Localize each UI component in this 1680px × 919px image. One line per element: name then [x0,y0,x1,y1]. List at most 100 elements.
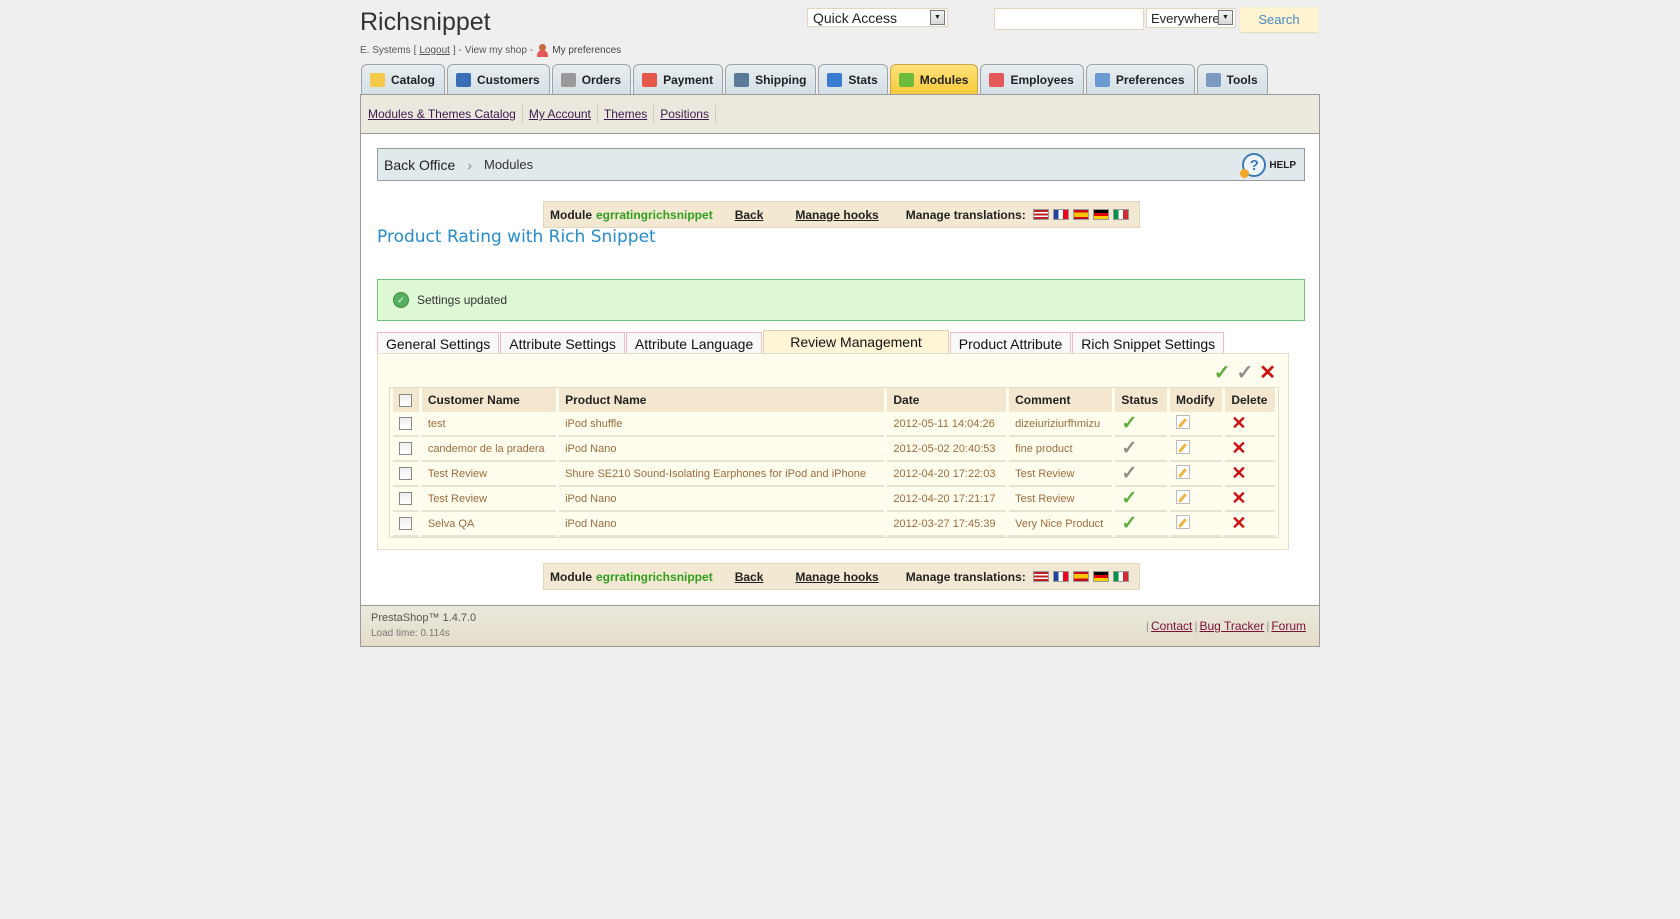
tab-rich-snippet-settings[interactable]: Rich Snippet Settings [1072,332,1225,354]
preferences-icon [1094,73,1110,87]
tab-product-attribute[interactable]: Product Attribute [949,332,1072,354]
load-time: Load time: 0.114s [371,628,450,639]
module-name: egrratingrichsnippet [596,207,713,222]
tab-payment[interactable]: Payment [633,64,724,95]
flag-fr-icon[interactable] [1052,209,1069,220]
cell-customer: Selva QA [421,512,557,537]
select-all-checkbox[interactable] [399,394,412,408]
flag-it-icon[interactable] [1112,571,1129,582]
folder-icon [370,73,385,87]
status-approved-icon[interactable]: ✓ [1121,413,1137,434]
tab-orders[interactable]: Orders [551,64,632,95]
row-checkbox[interactable] [399,417,412,430]
help-button[interactable]: ? HELP [1240,153,1296,178]
tab-stats[interactable]: Stats [818,64,888,95]
delete-icon[interactable]: ✕ [1231,463,1246,483]
bulk-approve-icon[interactable]: ✓ [1214,363,1231,383]
table-row: Test Review Shure SE210 Sound-Isolating E… [393,462,1275,487]
column-header-comment[interactable]: Comment [1009,388,1113,412]
column-header-product-name[interactable]: Product Name [559,388,885,412]
chevron-down-icon[interactable]: ▼ [1218,10,1233,25]
subnav-modules-themes-catalog[interactable]: Modules & Themes Catalog [368,105,523,123]
edit-icon[interactable] [1176,515,1191,529]
tab-attribute-language[interactable]: Attribute Language [625,332,763,354]
cell-modify [1170,437,1223,462]
cell-status: ✓ [1115,487,1168,512]
flag-es-icon[interactable] [1072,209,1089,220]
view-shop-link[interactable]: View my shop [465,45,527,56]
row-checkbox[interactable] [399,467,412,480]
tab-preferences[interactable]: Preferences [1085,64,1195,95]
separator: | [1145,619,1150,633]
column-header-delete[interactable]: Delete [1225,388,1275,412]
tab-catalog[interactable]: Catalog [361,64,446,95]
select-all-cell [393,388,419,412]
subnav-my-account[interactable]: My Account [523,105,598,123]
edit-icon[interactable] [1176,415,1191,429]
delete-icon[interactable]: ✕ [1231,413,1246,433]
search-input[interactable] [994,8,1144,30]
flag-de-icon[interactable] [1092,209,1109,220]
status-approved-icon[interactable]: ✓ [1121,488,1137,509]
footer-link-forum[interactable]: Forum [1271,619,1306,633]
tab-tools[interactable]: Tools [1196,64,1268,95]
flag-es-icon[interactable] [1072,571,1089,582]
column-header-modify[interactable]: Modify [1170,388,1223,412]
footer-link-bug-tracker[interactable]: Bug Tracker [1200,619,1265,633]
tab-label: Employees [1010,73,1074,87]
manage-hooks-link[interactable]: Manage hooks [795,570,878,584]
manage-hooks-link[interactable]: Manage hooks [795,208,878,222]
tab-modules[interactable]: Modules [889,64,979,95]
flag-de-icon[interactable] [1092,571,1109,582]
status-pending-icon[interactable]: ✓ [1121,463,1137,484]
footer-link-contact[interactable]: Contact [1151,619,1192,633]
bulk-disapprove-icon[interactable]: ✓ [1236,363,1253,383]
tab-general-settings[interactable]: General Settings [377,332,500,354]
edit-icon[interactable] [1176,490,1191,504]
user-line: E. Systems [Logout] - View my shop - My p… [360,44,622,57]
main-container: Modules & Themes Catalog My Account Themes… [360,94,1320,647]
tab-shipping[interactable]: Shipping [725,64,817,95]
breadcrumb-home[interactable]: Back Office [384,157,455,173]
column-header-status[interactable]: Status [1115,388,1168,412]
row-select-cell [393,487,419,512]
person-icon [536,44,549,57]
status-approved-icon[interactable]: ✓ [1121,513,1137,534]
subnav-themes[interactable]: Themes [598,105,655,123]
flag-it-icon[interactable] [1112,209,1129,220]
column-header-customer-name[interactable]: Customer Name [421,388,557,412]
search-button[interactable]: Search [1240,7,1318,32]
chevron-down-icon[interactable]: ▼ [930,10,945,25]
reviews-table: Customer Name Product Name Date Comment Stat… [389,387,1279,538]
edit-icon[interactable] [1176,440,1191,454]
breadcrumb: Back Office › Modules ? HELP [377,148,1305,181]
row-checkbox[interactable] [399,442,412,455]
edit-icon[interactable] [1176,465,1191,479]
logout-link[interactable]: Logout [419,45,450,56]
search-scope-select[interactable]: Everywhere ▼ [1146,8,1236,28]
subnav-positions[interactable]: Positions [654,105,716,123]
row-checkbox[interactable] [399,517,412,530]
delete-icon[interactable]: ✕ [1231,438,1246,458]
tab-attribute-settings[interactable]: Attribute Settings [500,332,625,354]
tab-employees[interactable]: Employees [980,64,1084,95]
employee-icon [989,73,1005,87]
status-pending-icon[interactable]: ✓ [1121,438,1137,459]
flag-en-icon[interactable] [1032,571,1049,582]
column-header-date[interactable]: Date [887,388,1007,412]
delete-icon[interactable]: ✕ [1231,513,1246,533]
flag-en-icon[interactable] [1032,209,1049,220]
delete-icon[interactable]: ✕ [1231,488,1246,508]
tab-review-management[interactable]: Review Management [763,330,949,353]
back-link[interactable]: Back [735,570,764,584]
back-link[interactable]: Back [735,208,764,222]
cell-product: iPod Nano [559,487,885,512]
my-preferences-link[interactable]: My preferences [552,45,621,56]
flag-fr-icon[interactable] [1052,571,1069,582]
quick-access-select[interactable]: Quick Access ▼ [807,8,948,27]
footer: PrestaShop™ 1.4.7.0 Load time: 0.114s | C… [361,605,1319,646]
row-checkbox[interactable] [399,492,412,505]
cell-status: ✓ [1115,512,1168,537]
tab-customers[interactable]: Customers [447,64,550,95]
bulk-delete-icon[interactable]: ✕ [1259,363,1276,383]
